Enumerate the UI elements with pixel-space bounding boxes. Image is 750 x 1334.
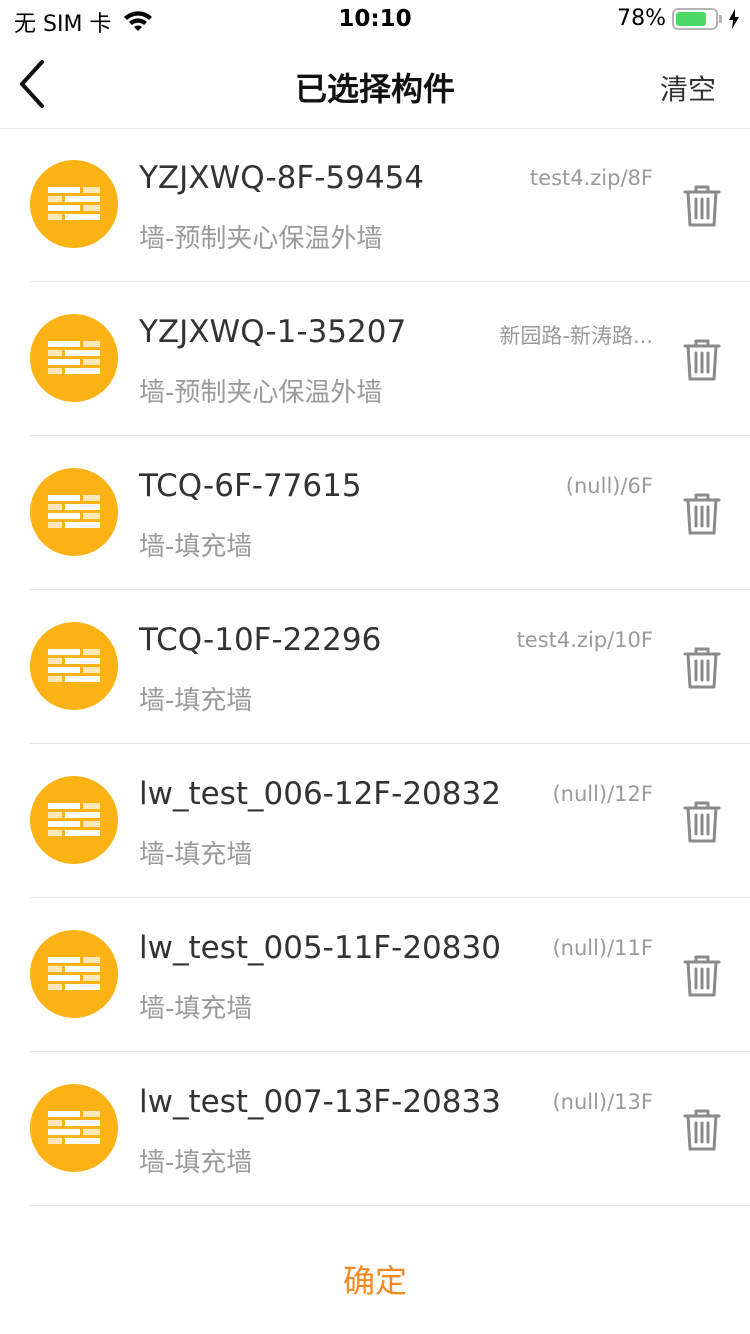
component-type: 墙-填充墙 (139, 994, 253, 1024)
selected-components-list: YZJXWQ-8F-59454 test4.zip/8F 墙-预制夹心保温外墙 (0, 128, 750, 1206)
list-item[interactable]: YZJXWQ-1-35207 新园路-新涛路... 墙-预制夹心保温外墙 (0, 282, 750, 436)
trash-icon (683, 955, 721, 997)
charging-bolt-icon (729, 8, 739, 29)
list-item[interactable]: lw_test_007-13F-20833 (null)/13F 墙-填充墙 (0, 1052, 750, 1206)
component-source-path: test4.zip/10F (516, 628, 653, 652)
component-avatar (30, 314, 118, 402)
list-item[interactable]: TCQ-6F-77615 (null)/6F 墙-填充墙 (0, 436, 750, 590)
component-avatar (30, 776, 118, 864)
trash-icon (683, 493, 721, 535)
battery-cap (719, 14, 722, 23)
brick-wall-icon (48, 341, 100, 374)
navigation-bar: 已选择构件 清空 (0, 40, 750, 129)
component-avatar (30, 930, 118, 1018)
component-source-path: (null)/13F (552, 1090, 653, 1114)
delete-button[interactable] (682, 954, 722, 998)
delete-button[interactable] (682, 646, 722, 690)
confirm-button[interactable]: 确定 (0, 1256, 750, 1302)
component-type: 墙-预制夹心保温外墙 (139, 224, 383, 254)
brick-wall-icon (48, 495, 100, 528)
trash-icon (683, 185, 721, 227)
clear-button[interactable]: 清空 (660, 68, 716, 108)
battery-icon (672, 7, 718, 30)
delete-button[interactable] (682, 800, 722, 844)
status-bar: 无 SIM 卡 10:10 78% (0, 0, 750, 40)
trash-icon (683, 801, 721, 843)
brick-wall-icon (48, 803, 100, 836)
list-item[interactable]: lw_test_005-11F-20830 (null)/11F 墙-填充墙 (0, 898, 750, 1052)
brick-wall-icon (48, 1111, 100, 1144)
component-source-path: (null)/12F (552, 782, 653, 806)
delete-button[interactable] (682, 492, 722, 536)
component-type: 墙-预制夹心保温外墙 (139, 378, 383, 408)
page-title: 已选择构件 (294, 70, 455, 108)
component-type: 墙-填充墙 (139, 532, 253, 562)
component-source-path: 新园路-新涛路... (499, 324, 653, 348)
trash-icon (683, 647, 721, 689)
component-source-path: (null)/6F (565, 474, 653, 498)
list-item[interactable]: TCQ-10F-22296 test4.zip/10F 墙-填充墙 (0, 590, 750, 744)
component-type: 墙-填充墙 (139, 840, 253, 870)
delete-button[interactable] (682, 184, 722, 228)
component-avatar (30, 622, 118, 710)
component-name: lw_test_005-11F-20830 (139, 930, 501, 966)
trash-icon (683, 1109, 721, 1151)
delete-button[interactable] (682, 338, 722, 382)
delete-button[interactable] (682, 1108, 722, 1152)
component-name: YZJXWQ-1-35207 (139, 314, 407, 350)
component-name: lw_test_007-13F-20833 (139, 1084, 501, 1120)
component-avatar (30, 1084, 118, 1172)
component-type: 墙-填充墙 (139, 686, 253, 716)
component-name: TCQ-6F-77615 (139, 468, 362, 504)
component-avatar (30, 160, 118, 248)
component-source-path: (null)/11F (552, 936, 653, 960)
component-name: lw_test_006-12F-20832 (139, 776, 501, 812)
battery-percent: 78% (617, 6, 666, 31)
brick-wall-icon (48, 957, 100, 990)
brick-wall-icon (48, 187, 100, 220)
brick-wall-icon (48, 649, 100, 682)
list-item[interactable]: YZJXWQ-8F-59454 test4.zip/8F 墙-预制夹心保温外墙 (0, 128, 750, 282)
component-source-path: test4.zip/8F (529, 166, 653, 190)
trash-icon (683, 339, 721, 381)
footer: 确定 (0, 1206, 750, 1334)
component-type: 墙-填充墙 (139, 1148, 253, 1178)
component-avatar (30, 468, 118, 556)
component-name: TCQ-10F-22296 (139, 622, 382, 658)
component-name: YZJXWQ-8F-59454 (139, 160, 425, 196)
list-item[interactable]: lw_test_006-12F-20832 (null)/12F 墙-填充墙 (0, 744, 750, 898)
